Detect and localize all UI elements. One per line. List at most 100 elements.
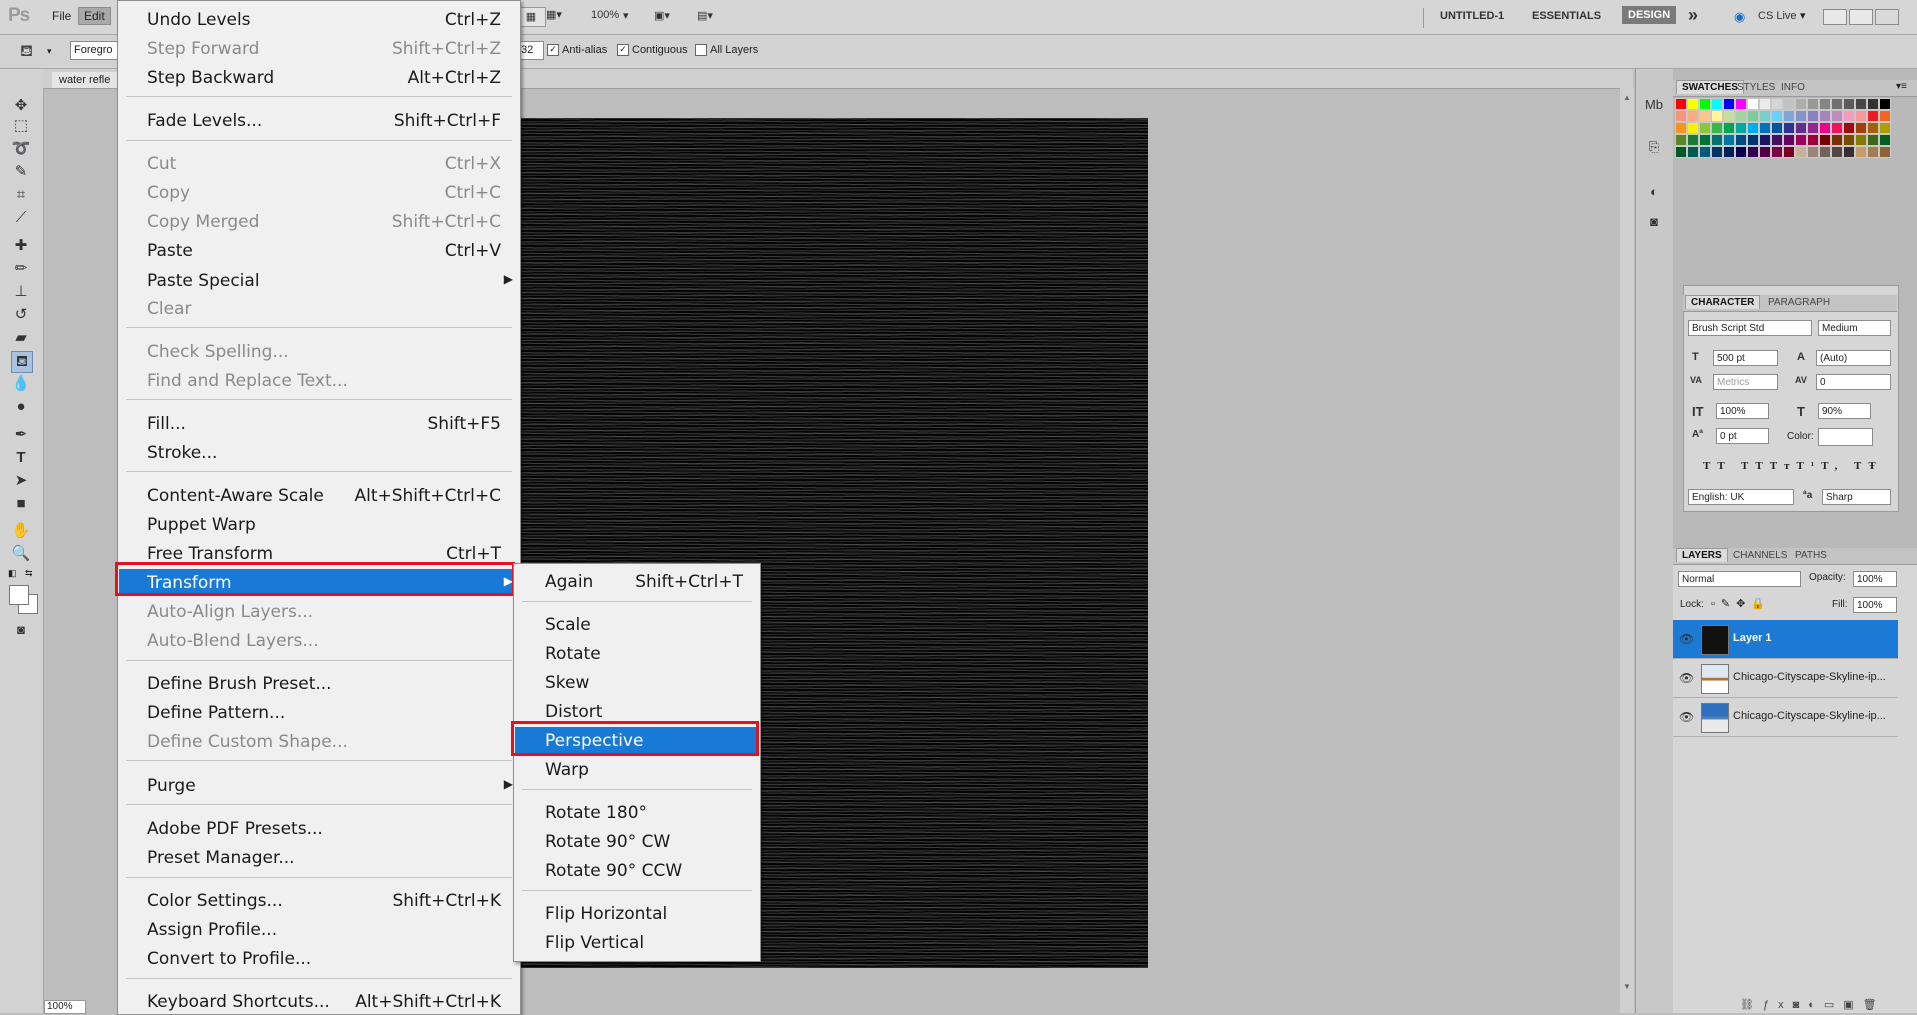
- swatch[interactable]: [1675, 134, 1687, 146]
- brush-tool-icon[interactable]: ✏: [11, 259, 31, 279]
- swatch[interactable]: [1747, 98, 1759, 110]
- scroll-down-arrow-icon[interactable]: ▼: [1623, 982, 1631, 991]
- swatch[interactable]: [1867, 110, 1879, 122]
- blend-mode-select[interactable]: Normal: [1678, 571, 1801, 587]
- swatch[interactable]: [1819, 110, 1831, 122]
- swatch[interactable]: [1699, 146, 1711, 158]
- eyedropper-tool-icon[interactable]: ⟋: [11, 208, 31, 228]
- layers-footer-icons[interactable]: ⛓ƒx◙◐▭▣🗑: [1740, 998, 1886, 1011]
- menu-file[interactable]: File: [52, 9, 71, 23]
- swatch[interactable]: [1831, 134, 1843, 146]
- tab-paths[interactable]: PATHS: [1795, 550, 1827, 561]
- vertical-scale-input[interactable]: 100%: [1716, 403, 1769, 419]
- swatch[interactable]: [1711, 146, 1723, 158]
- menu-item-fill[interactable]: Fill... Shift+F5: [119, 410, 519, 436]
- restore-button[interactable]: [1849, 9, 1873, 25]
- swatch[interactable]: [1879, 146, 1891, 158]
- swatch[interactable]: [1795, 98, 1807, 110]
- swatch[interactable]: [1795, 134, 1807, 146]
- swatch-grid[interactable]: [1675, 98, 1895, 178]
- crop-tool-icon[interactable]: ⌗: [11, 185, 31, 205]
- font-style-select[interactable]: Medium: [1818, 320, 1891, 336]
- hand-tool-icon[interactable]: ✋: [11, 521, 31, 541]
- quick-mask-icon[interactable]: ◙: [11, 620, 31, 640]
- swatch[interactable]: [1735, 146, 1747, 158]
- swatch[interactable]: [1855, 122, 1867, 134]
- swatch[interactable]: [1759, 110, 1771, 122]
- tab-paragraph[interactable]: PARAGRAPH: [1768, 297, 1830, 308]
- swatch[interactable]: [1687, 122, 1699, 134]
- swatch[interactable]: [1879, 122, 1891, 134]
- swatch[interactable]: [1759, 146, 1771, 158]
- swatch[interactable]: [1783, 122, 1795, 134]
- swatch[interactable]: [1855, 134, 1867, 146]
- marquee-tool-icon[interactable]: ⬚: [11, 116, 31, 136]
- text-color-swatch[interactable]: [1818, 428, 1873, 446]
- submenu-item-rotate-180[interactable]: Rotate 180°: [515, 799, 759, 825]
- vertical-scrollbar[interactable]: [1620, 88, 1634, 1013]
- history-icon[interactable]: ⎘: [1644, 139, 1664, 157]
- swatch[interactable]: [1735, 134, 1747, 146]
- menu-edit[interactable]: Edit: [78, 7, 111, 25]
- submenu-item-scale[interactable]: Scale: [515, 611, 759, 637]
- tab-swatches[interactable]: SWATCHES: [1676, 80, 1744, 94]
- swatch[interactable]: [1819, 122, 1831, 134]
- blur-tool-icon[interactable]: 💧: [11, 374, 31, 394]
- swatch[interactable]: [1711, 134, 1723, 146]
- menu-item-define-brush-preset[interactable]: Define Brush Preset...: [119, 670, 519, 696]
- swatch[interactable]: [1675, 110, 1687, 122]
- swatch[interactable]: [1723, 122, 1735, 134]
- swatch[interactable]: [1699, 122, 1711, 134]
- menu-item-convert-to-profile[interactable]: Convert to Profile...: [119, 945, 519, 971]
- menu-item-assign-profile[interactable]: Assign Profile...: [119, 916, 519, 942]
- paint-bucket-icon[interactable]: ⛾: [20, 42, 33, 62]
- path-selection-tool-icon[interactable]: ➤: [11, 471, 31, 491]
- swatch[interactable]: [1843, 98, 1855, 110]
- swatch[interactable]: [1735, 110, 1747, 122]
- workspace-untitled[interactable]: UNTITLED-1: [1440, 10, 1504, 22]
- swatch[interactable]: [1699, 98, 1711, 110]
- swatch[interactable]: [1819, 134, 1831, 146]
- history-brush-tool-icon[interactable]: ↺: [11, 305, 31, 325]
- swatch[interactable]: [1795, 122, 1807, 134]
- tracking-input[interactable]: 0: [1816, 374, 1891, 390]
- swatch[interactable]: [1867, 98, 1879, 110]
- antialias-select[interactable]: Sharp: [1822, 489, 1891, 505]
- language-select[interactable]: English: UK: [1688, 489, 1794, 505]
- menu-item-color-settings[interactable]: Color Settings... Shift+Ctrl+K: [119, 887, 519, 913]
- scroll-up-arrow-icon[interactable]: ▲: [1623, 93, 1631, 102]
- adjustments-icon[interactable]: ◐: [1644, 184, 1664, 202]
- swatch[interactable]: [1699, 134, 1711, 146]
- swatch[interactable]: [1699, 110, 1711, 122]
- clone-stamp-tool-icon[interactable]: ⊥: [11, 282, 31, 302]
- menu-item-preset-manager[interactable]: Preset Manager...: [119, 844, 519, 870]
- tab-layers[interactable]: LAYERS: [1676, 548, 1728, 562]
- tolerance-input[interactable]: 32: [517, 41, 544, 60]
- mini-bridge-icon[interactable]: Mb: [1644, 97, 1664, 115]
- swatch[interactable]: [1771, 98, 1783, 110]
- workspace-design[interactable]: DESIGN: [1622, 6, 1677, 24]
- menu-item-undo-levels[interactable]: Undo Levels Ctrl+Z: [119, 6, 519, 32]
- swap-colors-icon[interactable]: ⇆: [25, 568, 33, 579]
- type-tool-icon[interactable]: T: [11, 448, 31, 468]
- move-tool-icon[interactable]: ✥: [11, 96, 31, 116]
- kerning-input[interactable]: Metrics: [1713, 374, 1778, 390]
- swatch[interactable]: [1723, 98, 1735, 110]
- paint-bucket-tool-icon[interactable]: ⛾: [11, 351, 33, 373]
- swatch[interactable]: [1687, 146, 1699, 158]
- visibility-eye-icon[interactable]: 👁: [1679, 632, 1694, 646]
- swatch[interactable]: [1807, 134, 1819, 146]
- swatch[interactable]: [1711, 122, 1723, 134]
- swatch[interactable]: [1831, 146, 1843, 158]
- swatch[interactable]: [1855, 146, 1867, 158]
- swatch[interactable]: [1783, 146, 1795, 158]
- quick-selection-tool-icon[interactable]: ✎: [11, 162, 31, 182]
- swatch[interactable]: [1819, 146, 1831, 158]
- document-tab[interactable]: water refle: [52, 72, 118, 88]
- fill-source-select[interactable]: Foregro: [70, 41, 123, 60]
- workspace-essentials[interactable]: ESSENTIALS: [1532, 10, 1601, 22]
- menu-item-stroke[interactable]: Stroke...: [119, 439, 519, 465]
- swatch[interactable]: [1807, 146, 1819, 158]
- menu-item-paste[interactable]: Paste Ctrl+V: [119, 237, 519, 263]
- opacity-input[interactable]: 100%: [1853, 571, 1897, 587]
